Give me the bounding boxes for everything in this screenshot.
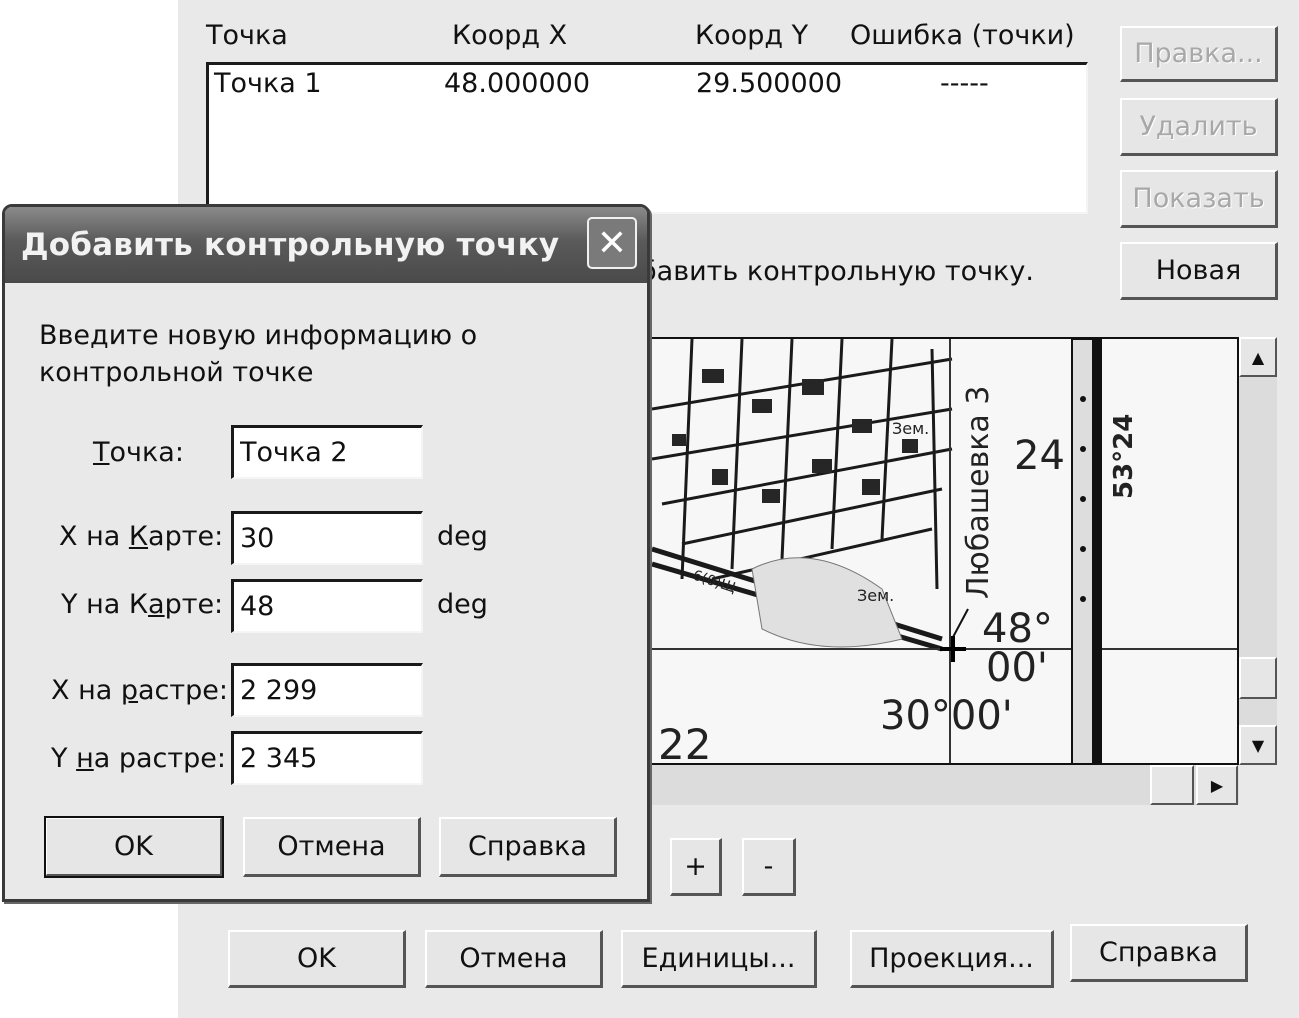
main-cancel-button[interactable]: Отмена	[425, 930, 603, 988]
main-ok-button[interactable]: OK	[228, 930, 406, 988]
projection-label: Проекция...	[869, 943, 1034, 974]
close-button[interactable]: ✕	[587, 217, 637, 269]
dialog-help-label: Справка	[468, 831, 587, 862]
column-header-error[interactable]: Ошибка (точки)	[850, 20, 1075, 51]
dialog-cancel-label: Отмена	[277, 831, 386, 862]
units-button[interactable]: Единицы...	[621, 930, 817, 988]
row-point-name[interactable]: Точка 1	[214, 68, 322, 99]
map-y-label: Y на Карте:	[61, 589, 223, 620]
map-y-label-pre: Y на К	[61, 589, 149, 620]
map-label-24: 24	[1014, 433, 1065, 479]
new-button-label: Новая	[1155, 255, 1242, 286]
instruction-text: бавить контрольную точку.	[640, 256, 1034, 287]
map-x-input[interactable]	[231, 511, 423, 565]
point-label-mnemonic: Т	[93, 437, 110, 468]
column-header-y[interactable]: Коорд Y	[695, 20, 808, 51]
raster-y-label-mnemonic: н	[76, 743, 94, 774]
dialog-ok-label: OK	[114, 831, 153, 862]
raster-x-label-pre: X на	[51, 675, 121, 706]
map-label-22: 22	[658, 720, 711, 765]
raster-y-input[interactable]	[231, 731, 423, 785]
add-control-point-dialog: Добавить контрольную точку ✕ Введите нов…	[2, 204, 650, 902]
row-error-value: -----	[940, 68, 989, 99]
map-label-zem-2: Зем.	[857, 586, 894, 605]
show-button-label: Показать	[1132, 183, 1265, 214]
scroll-up-button[interactable]: ▲	[1239, 337, 1277, 377]
map-x-label-pre: X на	[59, 521, 129, 552]
row-y-value: 29.500000	[696, 68, 843, 99]
column-header-point[interactable]: Точка	[206, 20, 288, 51]
dialog-help-button[interactable]: Справка	[439, 817, 617, 877]
delete-button[interactable]: Удалить	[1120, 98, 1278, 156]
new-button[interactable]: Новая	[1120, 242, 1278, 300]
main-ok-label: OK	[297, 943, 336, 974]
arrow-down-icon: ▼	[1251, 735, 1265, 755]
map-y-unit: deg	[437, 589, 488, 620]
edit-button[interactable]: Правка...	[1120, 26, 1278, 82]
map-vertical-scrollbar[interactable]: ▲ ▼	[1239, 337, 1277, 765]
scroll-down-button[interactable]: ▼	[1239, 725, 1277, 765]
zoom-out-button[interactable]: -	[742, 838, 796, 896]
map-x-label-post: арте:	[148, 521, 224, 552]
point-label-text: очка:	[109, 437, 184, 468]
map-image: 24 Любашевка 3 53°24 48° 00' 30°00' 22 З…	[652, 339, 1237, 765]
scroll-thumb[interactable]	[1239, 657, 1277, 699]
point-label: Точка:	[93, 437, 184, 468]
map-label-street: Любашевка 3	[961, 386, 996, 599]
arrow-up-icon: ▲	[1251, 347, 1265, 367]
map-x-label-mnemonic: К	[128, 521, 149, 552]
main-cancel-label: Отмена	[459, 943, 568, 974]
map-horizontal-scrollbar[interactable]: ▶	[650, 765, 1239, 805]
dialog-description: Введите новую информацию о контрольной т…	[39, 320, 478, 388]
map-y-label-post: рте:	[164, 589, 224, 620]
dialog-cancel-button[interactable]: Отмена	[243, 817, 421, 877]
raster-x-input[interactable]	[231, 663, 423, 717]
main-help-label: Справка	[1099, 937, 1218, 968]
arrow-right-icon: ▶	[1210, 775, 1224, 795]
zoom-in-button[interactable]: +	[670, 838, 722, 896]
map-label-00: 00'	[986, 645, 1048, 691]
map-label-coord-vertical: 53°24	[1109, 414, 1139, 499]
units-label: Единицы...	[641, 943, 796, 974]
raster-map-view[interactable]: 24 Любашевка 3 53°24 48° 00' 30°00' 22 З…	[650, 337, 1239, 765]
edit-button-label: Правка...	[1134, 38, 1263, 69]
map-x-unit: deg	[437, 521, 488, 552]
hscroll-thumb[interactable]	[1150, 765, 1194, 805]
map-y-input[interactable]	[231, 579, 423, 633]
raster-x-label-mnemonic: р	[120, 675, 139, 706]
row-x-value: 48.000000	[444, 68, 591, 99]
column-header-x[interactable]: Коорд X	[452, 20, 567, 51]
plus-icon: +	[684, 851, 707, 882]
raster-x-label: X на растре:	[51, 675, 228, 706]
map-x-label: X на Карте:	[59, 521, 223, 552]
raster-y-label-post: а растре:	[93, 743, 226, 774]
scroll-right-button[interactable]: ▶	[1196, 765, 1238, 805]
raster-x-label-post: астре:	[138, 675, 228, 706]
map-label-30: 30°00'	[880, 693, 1013, 739]
raster-y-label-pre: Y	[51, 743, 77, 774]
minus-icon: -	[763, 851, 774, 882]
dialog-title: Добавить контрольную точку	[21, 227, 560, 263]
dialog-ok-button[interactable]: OK	[44, 816, 224, 878]
map-label-zem-1: Зем.	[892, 419, 929, 438]
main-help-button[interactable]: Справка	[1070, 924, 1248, 982]
delete-button-label: Удалить	[1139, 111, 1258, 142]
show-button[interactable]: Показать	[1120, 170, 1278, 228]
projection-button[interactable]: Проекция...	[850, 930, 1054, 988]
raster-y-label: Y на растре:	[51, 743, 226, 774]
map-y-label-mnemonic: а	[148, 589, 165, 620]
close-icon: ✕	[596, 222, 628, 264]
point-name-input[interactable]	[231, 425, 423, 479]
